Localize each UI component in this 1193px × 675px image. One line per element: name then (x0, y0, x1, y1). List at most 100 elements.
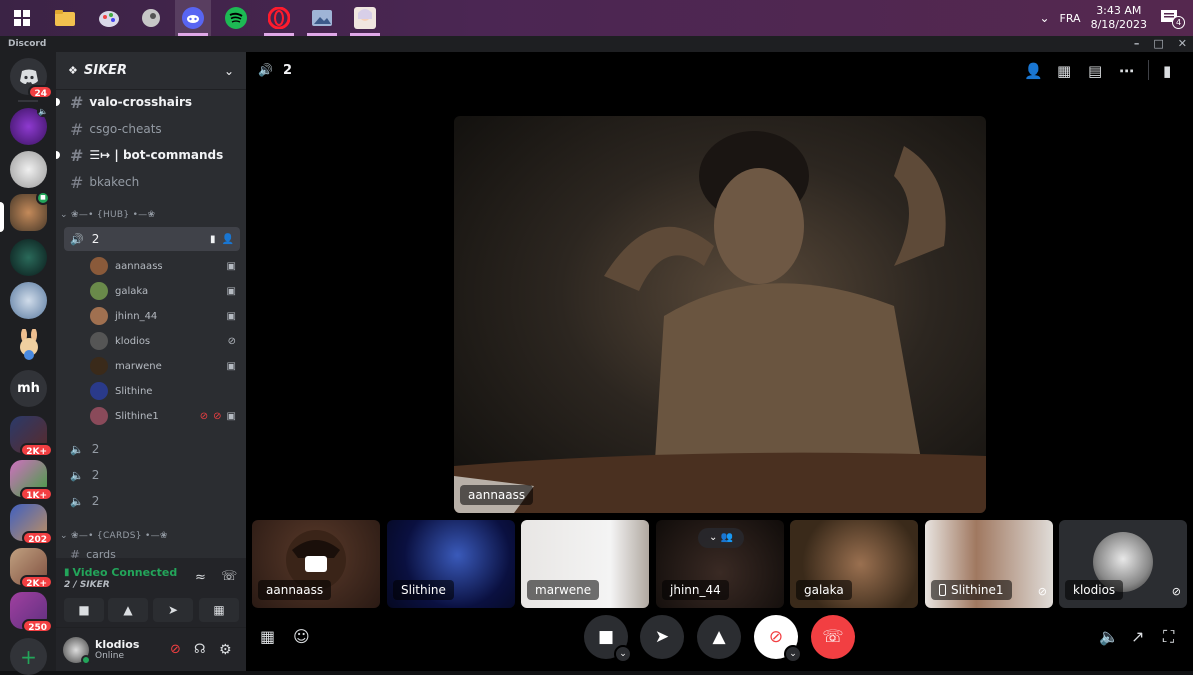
server-icon-purple[interactable]: 🔈 (10, 106, 49, 145)
video-tile-klodios[interactable]: klodios ⊘ (1059, 520, 1187, 608)
channel-bot-commands[interactable]: # ☰↦ | bot-commands (56, 142, 240, 168)
opera-icon[interactable] (265, 4, 293, 32)
steam-icon[interactable] (137, 4, 165, 32)
avatar (90, 407, 108, 425)
voice-user-marwene[interactable]: marwene ▣ (90, 355, 236, 377)
avatar (90, 332, 108, 350)
add-server-button[interactable]: + (10, 638, 47, 675)
voice-status-channel[interactable]: 2 / SIKER (64, 580, 110, 590)
server-icon-siker[interactable]: ■ (10, 191, 50, 231)
tile-name: aannaass (258, 580, 332, 600)
deafened-icon: ⊘ (213, 410, 222, 422)
activity-button[interactable]: ➤ (153, 598, 193, 622)
server-initials: mh (17, 381, 40, 396)
headphones-icon[interactable]: ☊ (194, 642, 206, 657)
channel-bkakech[interactable]: # bkakech (64, 169, 240, 195)
focused-video-aannaass[interactable]: aannaass (454, 116, 986, 513)
category-hub[interactable]: ⌄ ❀—• {HUB} •—❀ (60, 210, 155, 220)
soundboard-button[interactable]: ▦ (199, 598, 239, 622)
mute-toggle-button[interactable]: ⊘ ⌄ (754, 615, 802, 663)
screen-share-button[interactable]: ▲ (697, 615, 741, 659)
activity-shelf-icon[interactable]: ▦ (260, 627, 275, 646)
voice-user-aannaass[interactable]: aannaass ▣ (90, 255, 236, 277)
video-tile-slithine[interactable]: Slithine (387, 520, 515, 608)
settings-gear-icon[interactable]: ⚙ (219, 642, 232, 658)
taskbar-clock[interactable]: 3:43 AM 8/18/2023 (1091, 4, 1147, 32)
server-icon-green[interactable] (10, 239, 47, 276)
disconnect-icon[interactable]: ☏ (221, 569, 237, 584)
video-tile-galaka[interactable]: galaka (790, 520, 918, 608)
voice-channel-2b[interactable]: 🔈 2 (64, 463, 240, 487)
more-options-icon[interactable]: ⋯ (1119, 62, 1134, 80)
camera-toggle-button[interactable]: ■ ⌄ (584, 615, 632, 663)
video-tile-jhinn_44[interactable]: ⌄ 👥 jhinn_44 (656, 520, 784, 608)
server-header[interactable]: ❖ SIKER ⌄ (56, 52, 246, 90)
spotify-icon[interactable] (222, 4, 250, 32)
fullscreen-icon[interactable]: ⛶ (1163, 627, 1174, 647)
voice-user-slithine1[interactable]: Slithine1 ⊘ ⊘ ▣ (90, 405, 236, 427)
server-folder-1[interactable]: 2K+ (10, 416, 53, 457)
server-folder-3[interactable]: 202 (10, 504, 53, 545)
category-cards[interactable]: ⌄ ❀—• {CARDS} •—❀ (60, 531, 168, 541)
video-tile-slithine1[interactable]: Slithine1 ⊘ (925, 520, 1053, 608)
paint-app-icon[interactable] (95, 4, 123, 32)
collapse-tiles-button[interactable]: ⌄ 👥 (698, 528, 744, 548)
photos-app-icon[interactable] (308, 4, 336, 32)
system-tray: ⌄ FRA 3:43 AM 8/18/2023 4 (1039, 0, 1193, 36)
voice-status[interactable]: ▮ Video Connected (64, 566, 177, 579)
mic-muted-icon[interactable]: ⊘ (170, 642, 181, 657)
discord-taskbar-icon[interactable] (179, 4, 207, 32)
channel-cards-partial[interactable]: # cards (64, 548, 240, 558)
voice-channel-2a[interactable]: 🔈 2 (64, 437, 240, 461)
direct-messages-button[interactable]: 24 (10, 58, 53, 99)
screen-share-button[interactable]: ▲ (108, 598, 148, 622)
plus-icon: + (20, 644, 37, 669)
emoji-reaction-icon[interactable]: ☺ (293, 627, 310, 646)
popout-window-icon[interactable]: ↗ (1131, 627, 1144, 646)
user-avatar[interactable] (63, 636, 91, 665)
hash-icon: # (70, 119, 84, 139)
channel-name: valo-crosshairs (89, 95, 193, 109)
invite-user-icon[interactable]: 👤 (222, 234, 234, 245)
chat-icon[interactable]: ▮ (1163, 62, 1171, 80)
chevron-up-icon[interactable]: ⌄ (1039, 11, 1049, 25)
voice-user-jhinn_44[interactable]: jhinn_44 ▣ (90, 305, 236, 327)
popout-icon[interactable]: ▤ (1088, 62, 1102, 80)
notification-center-icon[interactable]: 4 (1159, 7, 1185, 29)
windows-taskbar: ⌄ FRA 3:43 AM 8/18/2023 4 (0, 0, 1193, 36)
activities-button[interactable]: ➤ (640, 615, 684, 659)
server-folder-4[interactable]: 2K+ (10, 548, 53, 589)
camera-button[interactable]: ■ (64, 598, 104, 622)
video-tile-aannaass[interactable]: aannaass (252, 520, 380, 608)
clock-date: 8/18/2023 (1090, 18, 1147, 31)
server-folder-5[interactable]: 250 (10, 592, 53, 633)
server-icon-cat[interactable] (10, 151, 47, 188)
noise-suppression-icon[interactable]: ≈ (195, 570, 206, 585)
windows-start-icon[interactable] (8, 4, 36, 32)
anime-app-icon[interactable] (351, 4, 379, 32)
server-folder-2[interactable]: 1K+ (10, 460, 53, 501)
unread-dot (56, 98, 60, 106)
volume-icon[interactable]: 🔈 (1099, 627, 1119, 646)
maximize-icon[interactable]: □ (1153, 36, 1163, 52)
close-icon[interactable]: ✕ (1178, 36, 1187, 52)
server-icon-blue[interactable] (10, 282, 47, 319)
voice-user-galaka[interactable]: galaka ▣ (90, 280, 236, 302)
video-tile-marwene[interactable]: marwene (521, 520, 649, 608)
user-status: Online (95, 651, 125, 661)
voice-channel-2c[interactable]: 🔈 2 (64, 489, 240, 513)
channel-csgo-cheats[interactable]: # csgo-cheats (64, 116, 240, 142)
file-explorer-icon[interactable] (51, 4, 79, 32)
language-indicator[interactable]: FRA (1060, 12, 1081, 25)
voice-user-klodios[interactable]: klodios ⊘ (90, 330, 236, 352)
chat-bubble-icon[interactable]: ▮ (210, 234, 216, 245)
add-user-icon[interactable]: 👤 (1024, 62, 1043, 80)
voice-user-slithine[interactable]: Slithine (90, 380, 236, 402)
minimize-icon[interactable]: – (1134, 36, 1140, 52)
server-icon-mh[interactable]: mh (10, 370, 47, 407)
server-icon-bunny[interactable] (10, 326, 47, 363)
disconnect-button[interactable]: ☏ (811, 615, 855, 659)
grid-layout-icon[interactable]: ▦ (1057, 62, 1071, 80)
voice-channel-active[interactable]: 🔊 2 ▮ 👤 (64, 227, 240, 251)
channel-valo-crosshairs[interactable]: # valo-crosshairs (56, 89, 240, 115)
